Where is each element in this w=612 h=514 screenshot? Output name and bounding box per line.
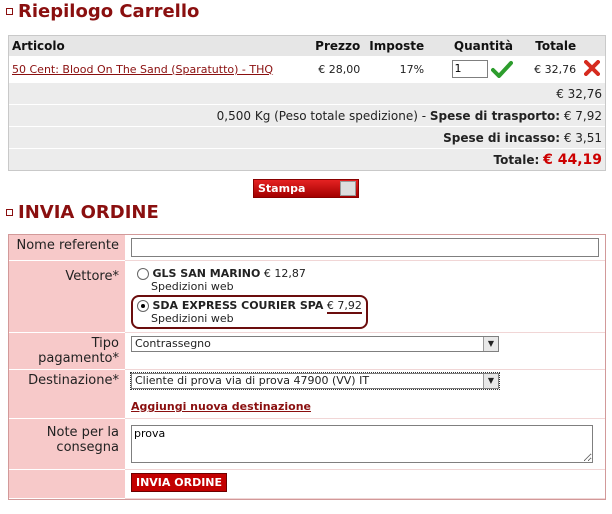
cod-row: Spese di incasso: € 3,51 (9, 126, 605, 149)
shipping-row: 0,500 Kg (Peso totale spedizione) - Spes… (9, 104, 605, 127)
header-price: Prezzo (303, 36, 364, 56)
payment-selected: Contrassegno (135, 337, 211, 350)
shipping-value: € 7,92 (563, 108, 602, 123)
add-destination-link[interactable]: Aggiungi nuova destinazione (131, 400, 311, 413)
carrier-radio-gls[interactable] (137, 268, 149, 280)
name-label: Nome referente (9, 235, 125, 261)
destination-select[interactable]: Cliente di prova via di prova 47900 (VV)… (130, 372, 500, 390)
item-total: € 32,76 (534, 62, 577, 76)
total-label: Totale: (493, 152, 540, 167)
chevron-down-icon: ▼ (483, 337, 498, 351)
destination-label: Destinazione* (9, 369, 125, 419)
carrier-radio-sda[interactable] (137, 300, 149, 312)
cart-header-row: Articolo Prezzo Imposte Quantità Totale (9, 36, 605, 56)
printer-icon (340, 181, 356, 196)
carrier-name-sda: SDA EXPRESS COURIER SPA (152, 299, 324, 312)
cart-table: Articolo Prezzo Imposte Quantità Totale … (8, 35, 606, 171)
carrier-option-sda[interactable]: SDA EXPRESS COURIER SPA € 7,92 Spedizion… (137, 299, 362, 325)
bullet-square-icon (6, 8, 13, 15)
bullet-square-icon (6, 209, 13, 216)
header-tax: Imposte (363, 36, 428, 56)
quantity-input[interactable] (451, 59, 488, 78)
order-form: Nome referente Vettore* GLS SAN MARINO €… (8, 234, 606, 500)
cod-label: Spese di incasso: (443, 130, 560, 145)
header-qty: Quantità (427, 36, 516, 56)
total-value: € 44,19 (543, 151, 602, 168)
carrier-price-sda: € 7,92 (326, 299, 362, 314)
print-button[interactable]: Stampa (253, 179, 359, 198)
cart-section-title: Riepilogo Carrello (6, 1, 199, 22)
total-row: Totale: € 44,19 (9, 148, 605, 170)
item-tax: 17% (399, 62, 425, 76)
order-title-text: INVIA ORDINE (18, 202, 159, 223)
carrier-sub-gls: Spedizioni web (151, 280, 234, 293)
table-row: 50 Cent: Blood On The Sand (Sparatutto) … (9, 56, 605, 83)
subtotal-value: € 32,76 (9, 82, 605, 105)
product-link[interactable]: 50 Cent: Blood On The Sand (Sparatutto) … (12, 63, 273, 76)
carrier-label: Vettore* (9, 260, 125, 333)
carrier-price-gls: € 12,87 (263, 267, 306, 280)
header-total: Totale (516, 36, 580, 56)
order-section-title: INVIA ORDINE (6, 202, 159, 223)
print-button-label: Stampa (258, 182, 306, 195)
carrier-option-gls[interactable]: GLS SAN MARINO € 12,87 Spedizioni web (137, 267, 599, 293)
chevron-down-icon: ▼ (483, 374, 498, 388)
cod-value: € 3,51 (563, 130, 602, 145)
checkmark-update-icon[interactable] (491, 60, 513, 79)
cart-title-text: Riepilogo Carrello (18, 1, 200, 22)
payment-select[interactable]: Contrassegno ▼ (131, 336, 499, 352)
carrier-name-gls: GLS SAN MARINO (152, 267, 261, 280)
shipping-weight: 0,500 Kg (Peso totale spedizione) (216, 108, 418, 123)
payment-label: Tipo pagamento* (9, 332, 125, 370)
selected-carrier-highlight: SDA EXPRESS COURIER SPA € 7,92 Spedizion… (131, 295, 368, 329)
destination-selected: Cliente di prova via di prova 47900 (VV)… (135, 374, 370, 387)
name-field[interactable] (131, 238, 599, 257)
notes-textarea[interactable]: prova (131, 425, 593, 463)
submit-order-button[interactable]: INVIA ORDINE (131, 473, 228, 492)
header-item: Articolo (9, 36, 304, 56)
remove-x-icon[interactable] (584, 59, 601, 76)
item-price: € 28,00 (318, 62, 361, 76)
notes-label: Note per la consegna (9, 418, 125, 470)
shipping-label: Spese di trasporto: (429, 108, 560, 123)
